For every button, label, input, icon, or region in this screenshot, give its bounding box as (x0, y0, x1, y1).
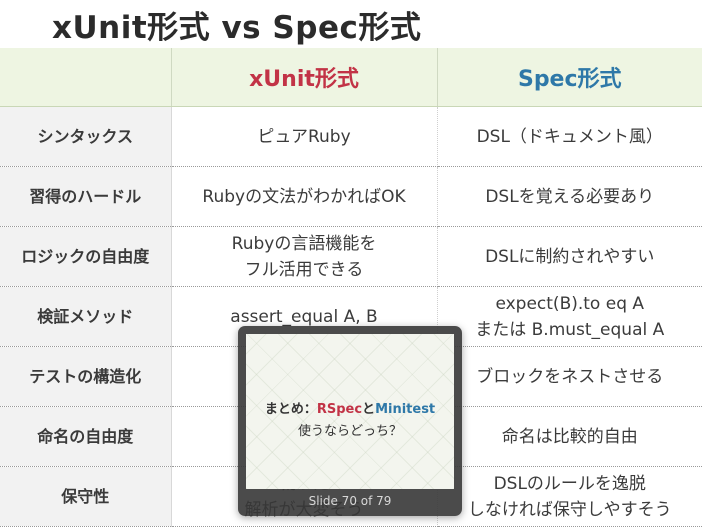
xunit-cell-line: Rubyの言語機能を (231, 233, 377, 254)
slide-title: xUnit形式 vs Spec形式 (52, 10, 422, 46)
spec-cell-line: または B.must_equal A (475, 319, 665, 340)
heading-conjunction: と (362, 402, 376, 417)
xunit-cell-line: ピュアRuby (257, 126, 351, 147)
xunit-cell-line: Rubyの文法がわかればOK (202, 186, 406, 207)
xunit-cell: ピュアRuby (171, 106, 438, 167)
spec-cell-line: DSLのルールを逸脱 (493, 473, 646, 494)
row-label: テストの構造化 (0, 346, 172, 407)
slide-thumbnail[interactable]: まとめ：RSpecとMinitest 使うならどっち？ (246, 334, 454, 489)
spec-cell-line: しなければ保守しやすそう (467, 499, 672, 520)
rspec-label: RSpec (316, 402, 363, 417)
spec-cell: DSLに制約されやすい (437, 226, 702, 287)
xunit-cell: Rubyの文法がわかればOK (171, 166, 438, 227)
thumbnail-question: 使うならどっち？ (297, 424, 402, 439)
thumbnail-heading: まとめ：RSpecとMinitest (246, 398, 454, 417)
minitest-label: Minitest (375, 402, 436, 417)
spec-cell-line: DSL（ドキュメント風） (476, 126, 663, 147)
row-label: 命名の自由度 (0, 406, 172, 467)
spec-cell: DSLを覚える必要あり (437, 166, 702, 227)
table-row: 習得のハードル Rubyの文法がわかればOK DSLを覚える必要あり (0, 166, 702, 227)
spec-cell: expect(B).to eq A または B.must_equal A (437, 286, 702, 347)
header-empty-cell (0, 48, 172, 107)
xunit-cell: Rubyの言語機能を フル活用できる (171, 226, 438, 287)
spec-cell-line: 命名は比較的自由 (501, 426, 638, 447)
spec-cell: DSLのルールを逸脱しなければ保守しやすそう (437, 466, 702, 527)
xunit-cell-line: フル活用できる (244, 259, 364, 280)
table-header-row: xUnit形式 Spec形式 (0, 48, 702, 107)
row-label: 保守性 (0, 466, 172, 527)
spec-cell-line: expect(B).to eq A (495, 293, 645, 314)
slide-preview-popup[interactable]: まとめ：RSpecとMinitest 使うならどっち？ Slide 70 of … (238, 326, 462, 516)
row-label: シンタックス (0, 106, 172, 167)
header-spec: Spec形式 (437, 48, 702, 107)
row-label: ロジックの自由度 (0, 226, 172, 287)
row-label: 検証メソッド (0, 286, 172, 347)
row-label: 習得のハードル (0, 166, 172, 227)
spec-cell-line: DSLに制約されやすい (485, 246, 655, 267)
spec-cell-line: ブロックをネストさせる (476, 366, 664, 387)
table-row: シンタックス ピュアRuby DSL（ドキュメント風） (0, 106, 702, 167)
heading-prefix: まとめ： (264, 402, 317, 417)
spec-cell: DSL（ドキュメント風） (437, 106, 702, 167)
header-xunit: xUnit形式 (171, 48, 438, 107)
table-row: ロジックの自由度 Rubyの言語機能を フル活用できる DSLに制約されやすい (0, 226, 702, 287)
spec-cell-line: DSLを覚える必要あり (485, 186, 655, 207)
spec-cell: ブロックをネストさせる (437, 346, 702, 407)
slide-number: Slide 70 of 79 (308, 494, 392, 508)
spec-cell: 命名は比較的自由 (437, 406, 702, 467)
